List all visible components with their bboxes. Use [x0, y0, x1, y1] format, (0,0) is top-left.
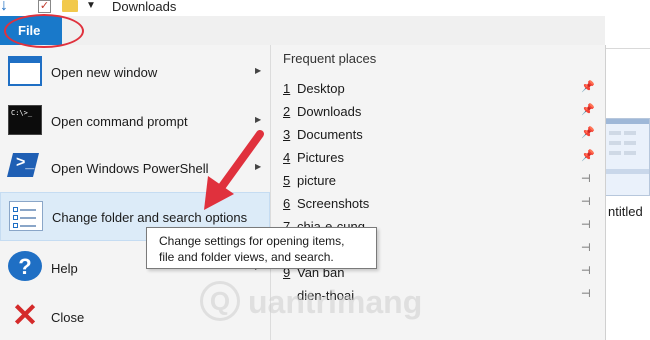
help-icon: ?	[8, 251, 42, 281]
command-prompt-icon	[8, 105, 42, 135]
new-folder-icon[interactable]	[62, 0, 78, 12]
frequent-place-name: Downloads	[297, 104, 362, 119]
close-icon: ✕	[11, 297, 39, 333]
menu-item-label: Open command prompt	[51, 114, 188, 129]
chevron-right-icon: ▶	[255, 115, 262, 124]
frequent-place-item[interactable]: 5 picture ⊣	[283, 169, 598, 192]
unpinned-icon[interactable]: ⊣	[581, 195, 591, 208]
unpinned-icon[interactable]: ⊣	[581, 218, 591, 231]
unpinned-icon[interactable]: ⊣	[581, 172, 591, 185]
watermark-logo: Q uantrimang	[200, 278, 422, 328]
tooltip-line: Change settings for opening items,	[159, 234, 345, 248]
annotation-arrow	[204, 130, 264, 210]
frequent-place-item[interactable]: 1 Desktop 📌	[283, 77, 598, 100]
ribbon-divider	[605, 48, 650, 49]
menu-item-open-new-window[interactable]: Open new window ▶	[0, 47, 270, 96]
quick-access-dropdown-icon[interactable]: ▼	[86, 0, 96, 12]
tooltip-line: file and folder views, and search.	[159, 250, 334, 264]
menu-item-label: Close	[51, 310, 85, 325]
frequent-place-item[interactable]: 4 Pictures 📌	[283, 146, 598, 169]
pinned-icon[interactable]: 📌	[581, 149, 595, 162]
frequent-place-name: Desktop	[297, 81, 345, 96]
unpinned-icon[interactable]: ⊣	[581, 287, 591, 300]
annotation-circle	[4, 14, 84, 48]
menu-item-label: Open Windows PowerShell	[51, 161, 209, 176]
frequent-place-name: Pictures	[297, 150, 344, 165]
powershell-icon: >_	[7, 152, 42, 182]
frequent-place-item[interactable]: 6 Screenshots ⊣	[283, 192, 598, 215]
file-thumbnail-label[interactable]: ntitled	[608, 204, 643, 219]
down-arrow-icon[interactable]: ↓	[0, 0, 16, 14]
file-thumbnail[interactable]	[605, 118, 650, 196]
pinned-icon[interactable]: 📌	[581, 126, 595, 139]
chevron-right-icon: ▶	[255, 66, 262, 75]
unpinned-icon[interactable]: ⊣	[581, 241, 591, 254]
pinned-icon[interactable]: 📌	[581, 103, 595, 116]
frequent-place-name: Screenshots	[297, 196, 370, 211]
title-bar: ↓ ✓ ▼ Downloads	[0, 0, 650, 16]
frequent-places-header: Frequent places	[283, 51, 377, 66]
menu-item-label: Help	[51, 261, 78, 276]
folder-options-icon	[9, 201, 43, 231]
properties-check-icon[interactable]: ✓	[38, 0, 51, 13]
menu-item-label: Change folder and search options	[52, 210, 248, 225]
unpinned-icon[interactable]: ⊣	[581, 264, 591, 277]
new-window-icon	[8, 56, 42, 86]
frequent-place-item[interactable]: 2 Downloads 📌	[283, 100, 598, 123]
window-title: Downloads	[112, 0, 177, 14]
frequent-place-name: picture	[297, 173, 337, 188]
frequent-place-name: Documents	[297, 127, 363, 142]
frequent-place-item[interactable]: 3 Documents 📌	[283, 123, 598, 146]
pinned-icon[interactable]: 📌	[581, 80, 595, 93]
tooltip: Change settings for opening items, file …	[146, 227, 377, 269]
menu-item-label: Open new window	[51, 65, 158, 80]
